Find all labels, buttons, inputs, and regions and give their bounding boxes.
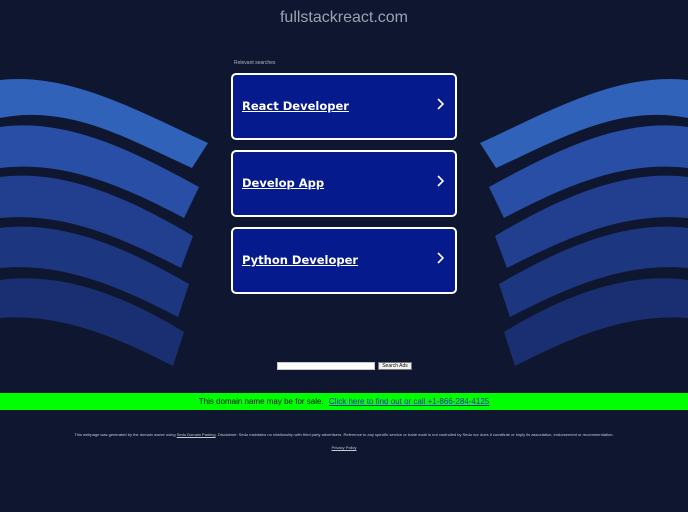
sale-banner-text: This domain name may be for sale. [198,397,324,406]
search-ads-button[interactable]: Search Ads [378,362,412,370]
related-link-label[interactable]: Develop App [242,176,324,190]
related-searches-label: Relevant searches [234,60,276,66]
sedo-parking-link[interactable]: Sedo Domain Parking [177,432,216,437]
domain-sale-banner: This domain name may be for sale. Click … [0,393,688,410]
privacy-policy-link[interactable]: Privacy Policy [0,445,688,450]
related-link-label[interactable]: React Developer [242,99,349,113]
footer-disclaimer: This webpage was generated by the domain… [0,432,688,437]
site-title: fullstackreact.com [279,9,409,26]
sale-banner-link[interactable]: Click here to find out or call +1-866-28… [329,397,489,406]
related-link-python-developer[interactable]: Python Developer [231,227,457,294]
disclaimer-prefix: This webpage was generated by the domain… [74,432,176,437]
related-link-label[interactable]: Python Developer [242,253,358,267]
chevron-right-icon [437,98,445,110]
search-input[interactable] [277,362,375,370]
chevron-right-icon [437,175,445,187]
disclaimer-suffix: . Disclaimer: Sedo maintains no relation… [215,432,614,437]
chevron-right-icon [437,252,445,264]
related-link-develop-app[interactable]: Develop App [231,150,457,217]
related-link-react-developer[interactable]: React Developer [231,73,457,140]
